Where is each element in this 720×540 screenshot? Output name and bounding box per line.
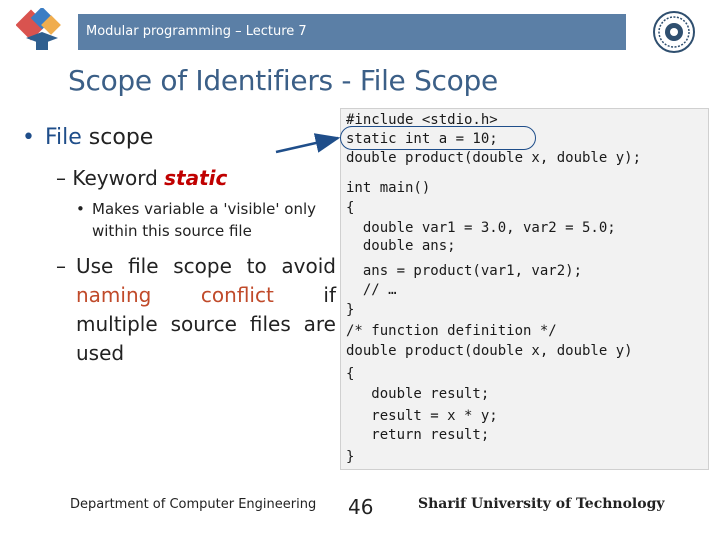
code-line-11: /* function definition */ [346,323,557,339]
code-line-7: double ans; [346,238,456,254]
bullet-file-scope: • File scope [22,125,153,150]
visibility-text: Makes variable a 'visible' only within t… [92,200,317,240]
code-line-13: { [346,366,355,382]
page-number: 46 [348,495,374,519]
department-logo-icon [16,8,61,50]
bullet-keyword-static: – Keyword static [56,166,227,190]
code-line-12: double product(double x, double y) [346,343,633,359]
naming-conflict-text: naming conflict [76,283,274,307]
code-line-15: result = x * y; [346,408,498,424]
dash-icon: – [56,254,66,278]
code-line-3: double product(double x, double y); [346,150,642,166]
code-line-10: } [346,302,355,318]
lecture-title: Modular programming – Lecture 7 [86,24,307,39]
static-highlight-oval [340,126,536,150]
scope-word: scope [81,125,154,150]
footer-department: Department of Computer Engineering [70,497,317,512]
footer-university: Sharif University of Technology [418,496,665,512]
keyword-label: – Keyword [56,166,165,190]
slide-title: Scope of Identifiers - File Scope [68,64,498,97]
code-line-4: int main() [346,180,431,196]
bullet-dot-icon: • [22,125,35,150]
bullet-visibility: • Makes variable a 'visible' only within… [76,198,332,242]
bullet-dot-icon: • [76,200,85,218]
code-line-9: // … [346,282,397,298]
code-line-14: double result; [346,386,490,402]
static-keyword: static [164,166,228,190]
bullet-naming-conflict: – Use file scope to avoid naming conflic… [56,252,336,368]
code-line-5: { [346,200,355,216]
code-line-17: } [346,449,355,465]
code-line-6: double var1 = 3.0, var2 = 5.0; [346,220,616,236]
code-line-16: return result; [346,427,490,443]
avoid-text: Use file scope to avoid [76,254,336,278]
university-seal-icon [653,11,695,53]
file-keyword: File [44,125,82,150]
code-line-8: ans = product(var1, var2); [346,263,583,279]
